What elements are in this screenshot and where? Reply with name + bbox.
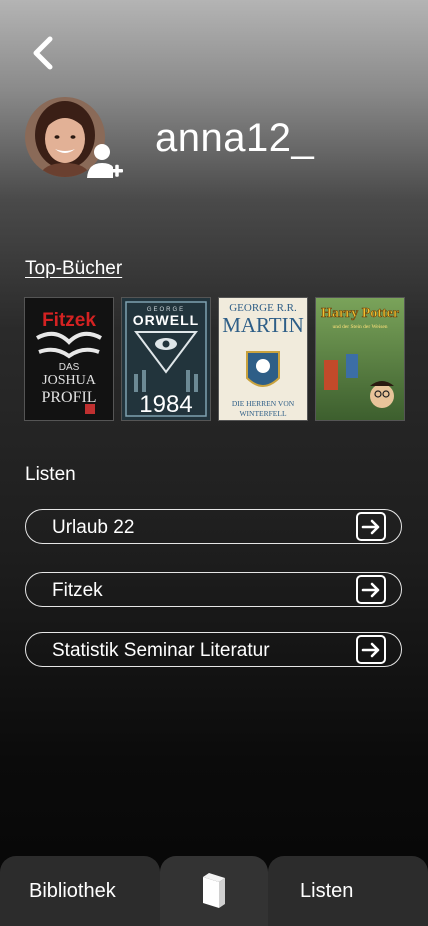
book-cover[interactable]: Fitzek DAS JOSHUA PROFIL: [25, 298, 113, 420]
user-plus-icon: [87, 144, 123, 178]
top-books-carousel: Fitzek DAS JOSHUA PROFIL GEORGE ORWELL 1…: [25, 298, 405, 420]
arrow-right-box-icon[interactable]: [356, 512, 386, 541]
book-3-author: MARTIN: [222, 313, 304, 337]
top-books-link[interactable]: Top-Bücher: [25, 258, 122, 280]
book-3-title-b: WINTERFELL: [239, 409, 286, 418]
book-4-title: Harry Potter: [321, 306, 399, 321]
list-item[interactable]: Urlaub 22: [25, 509, 402, 544]
add-friend-button[interactable]: [84, 140, 126, 182]
list-item-label: Statistik Seminar Literatur: [52, 640, 270, 661]
book-cover[interactable]: GEORGE R.R. MARTIN DIE HERREN VON WINTER…: [219, 298, 307, 420]
tab-listen-label: Listen: [300, 880, 354, 902]
book-2-title: 1984: [139, 391, 192, 418]
bottom-tab-bar: Bibliothek Listen: [0, 856, 428, 926]
book-4-subtitle: und der Stein der Weisen: [332, 324, 387, 330]
book-3-title-a: DIE HERREN VON: [232, 399, 295, 408]
chevron-left-icon: [33, 36, 53, 70]
list-item[interactable]: Fitzek: [25, 572, 402, 607]
tab-bibliothek[interactable]: Bibliothek: [0, 856, 160, 926]
arrow-right-box-icon[interactable]: [356, 575, 386, 604]
book-1-title-a: DAS: [59, 362, 80, 373]
tab-home[interactable]: [160, 856, 268, 926]
tab-listen[interactable]: Listen: [268, 856, 428, 926]
tab-bibliothek-label: Bibliothek: [29, 880, 116, 902]
username: anna12_: [155, 116, 315, 160]
book-1-author: Fitzek: [42, 310, 96, 331]
lists-heading: Listen: [25, 464, 76, 485]
book-icon: [203, 873, 225, 908]
arrow-right-box-icon[interactable]: [356, 635, 386, 664]
book-1-title-c: PROFIL: [41, 389, 96, 406]
list-item-label: Urlaub 22: [52, 517, 135, 538]
back-button[interactable]: [26, 34, 60, 72]
book-cover[interactable]: Harry Potter und der Stein der Weisen: [316, 298, 404, 420]
book-1-title-b: JOSHUA: [42, 373, 97, 388]
list-item-label: Fitzek: [52, 580, 103, 601]
list-item[interactable]: Statistik Seminar Literatur: [25, 632, 402, 667]
book-2-author: ORWELL: [133, 312, 199, 328]
book-cover[interactable]: GEORGE ORWELL 1984: [122, 298, 210, 420]
